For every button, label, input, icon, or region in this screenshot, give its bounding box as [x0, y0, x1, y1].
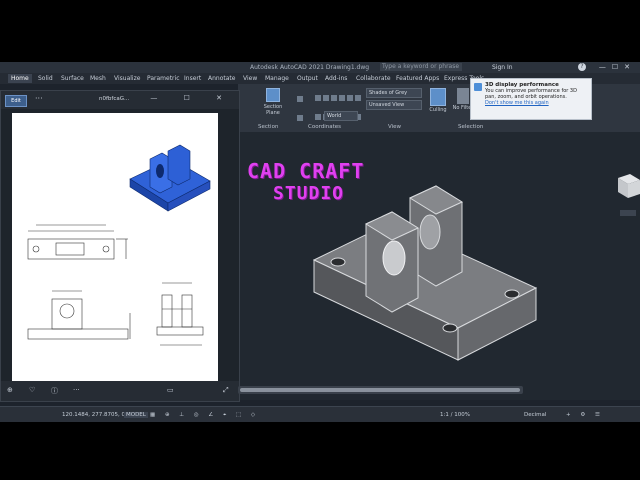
- window-title: Autodesk AutoCAD 2021 Drawing1.dwg: [250, 64, 370, 71]
- panel-selection-label: Selection: [458, 124, 484, 130]
- info-icon[interactable]: ⓘ: [51, 386, 58, 396]
- tab-mesh[interactable]: Mesh: [90, 75, 106, 82]
- section-plane-icon: [266, 88, 280, 102]
- panel-coordinates-label: Coordinates: [308, 124, 342, 130]
- autocad-screen: Autodesk AutoCAD 2021 Drawing1.dwg Type …: [0, 62, 640, 422]
- search-input[interactable]: Type a keyword or phrase: [380, 63, 462, 71]
- tab-manage[interactable]: Manage: [265, 75, 289, 82]
- more-options-button[interactable]: ···: [35, 94, 43, 103]
- brand-title-line1: CAD CRAFT: [247, 159, 365, 183]
- model-space-button[interactable]: MODEL: [124, 412, 148, 418]
- engineering-drawing-sheet: [12, 113, 218, 381]
- tab-featured-apps[interactable]: Featured Apps: [396, 75, 439, 82]
- tab-view[interactable]: View: [243, 75, 257, 82]
- info-icon: [474, 83, 482, 91]
- image-filename: n0fbfcaG...: [99, 96, 130, 102]
- expand-icon[interactable]: ⤢: [223, 386, 229, 395]
- annotation-scale[interactable]: 1:1 / 100%: [440, 412, 470, 418]
- viewer-toolbar: ⊕ ♡ ⓘ ··· ▭ ⤢: [1, 381, 239, 401]
- dont-show-again-link[interactable]: Don't show me this again: [485, 100, 588, 106]
- tab-insert[interactable]: Insert: [184, 75, 201, 82]
- tab-parametric[interactable]: Parametric: [147, 75, 180, 82]
- tab-output[interactable]: Output: [297, 75, 318, 82]
- blue-3d-part-thumbnail: [129, 144, 211, 212]
- photo-viewer-window: Edit ··· n0fbfcaG... — ☐ ✕ ⊕ ♡ ⓘ ··· ▭ ⤢: [0, 90, 240, 402]
- culling-button[interactable]: Culling: [428, 88, 448, 113]
- visual-style-dropdown[interactable]: Shades of Grey: [366, 88, 422, 98]
- section-plane-label: Section Plane: [263, 104, 283, 116]
- viewcube-icon[interactable]: [610, 174, 640, 224]
- status-tools[interactable]: + ⚙ ☰: [566, 412, 604, 418]
- culling-icon: [430, 88, 446, 106]
- drafting-toggles[interactable]: ▦ ⊕ ⊥ ◎ ∠ ⌖ ⬚ ◇: [150, 412, 259, 419]
- viewer-window-controls[interactable]: — ☐ ✕: [150, 94, 234, 102]
- status-bar: 120.1484, 277.8705, 0.0000 MODEL ▦ ⊕ ⊥ ◎…: [0, 406, 640, 422]
- named-view-dropdown[interactable]: Unsaved View: [366, 100, 422, 110]
- help-icon[interactable]: ?: [578, 63, 586, 71]
- culling-label: Culling: [429, 107, 447, 113]
- units-display[interactable]: Decimal: [524, 412, 546, 418]
- viewer-header: Edit ··· n0fbfcaG... — ☐ ✕: [1, 91, 239, 109]
- tab-annotate[interactable]: Annotate: [208, 75, 235, 82]
- section-plane-button[interactable]: Section Plane: [260, 88, 286, 116]
- tooltip-body: You can improve performance for 3D pan, …: [485, 88, 577, 100]
- ribbon-panel: Section Plane Section World Coordinates …: [238, 78, 640, 159]
- edit-button[interactable]: Edit: [5, 95, 27, 107]
- fullscreen-icon[interactable]: ▭: [167, 386, 174, 394]
- filter-icon: [457, 88, 469, 104]
- tab-home[interactable]: Home: [8, 74, 32, 83]
- panel-section-label: Section: [258, 124, 279, 130]
- brand-title-line2: STUDIO: [273, 183, 345, 204]
- zoom-icon[interactable]: ⊕: [7, 386, 13, 394]
- performance-tooltip: 3D display performance You can improve p…: [470, 78, 592, 120]
- tab-collaborate[interactable]: Collaborate: [356, 75, 391, 82]
- tab-visualize[interactable]: Visualize: [114, 75, 140, 82]
- tab-solid[interactable]: Solid: [38, 75, 53, 82]
- ucs-dropdown[interactable]: World: [324, 111, 358, 121]
- window-controls[interactable]: —☐✕: [599, 63, 636, 71]
- title-bar: Autodesk AutoCAD 2021 Drawing1.dwg Type …: [0, 62, 640, 73]
- more-icon[interactable]: ···: [73, 386, 80, 394]
- sign-in-button[interactable]: Sign In: [492, 64, 513, 71]
- tab-add-ins[interactable]: Add-ins: [325, 75, 347, 82]
- orthographic-drawing: [27, 144, 211, 346]
- favorite-icon[interactable]: ♡: [29, 386, 35, 394]
- scrollbar-thumb[interactable]: [240, 388, 520, 392]
- panel-view-label: View: [388, 124, 402, 130]
- tab-surface[interactable]: Surface: [61, 75, 84, 82]
